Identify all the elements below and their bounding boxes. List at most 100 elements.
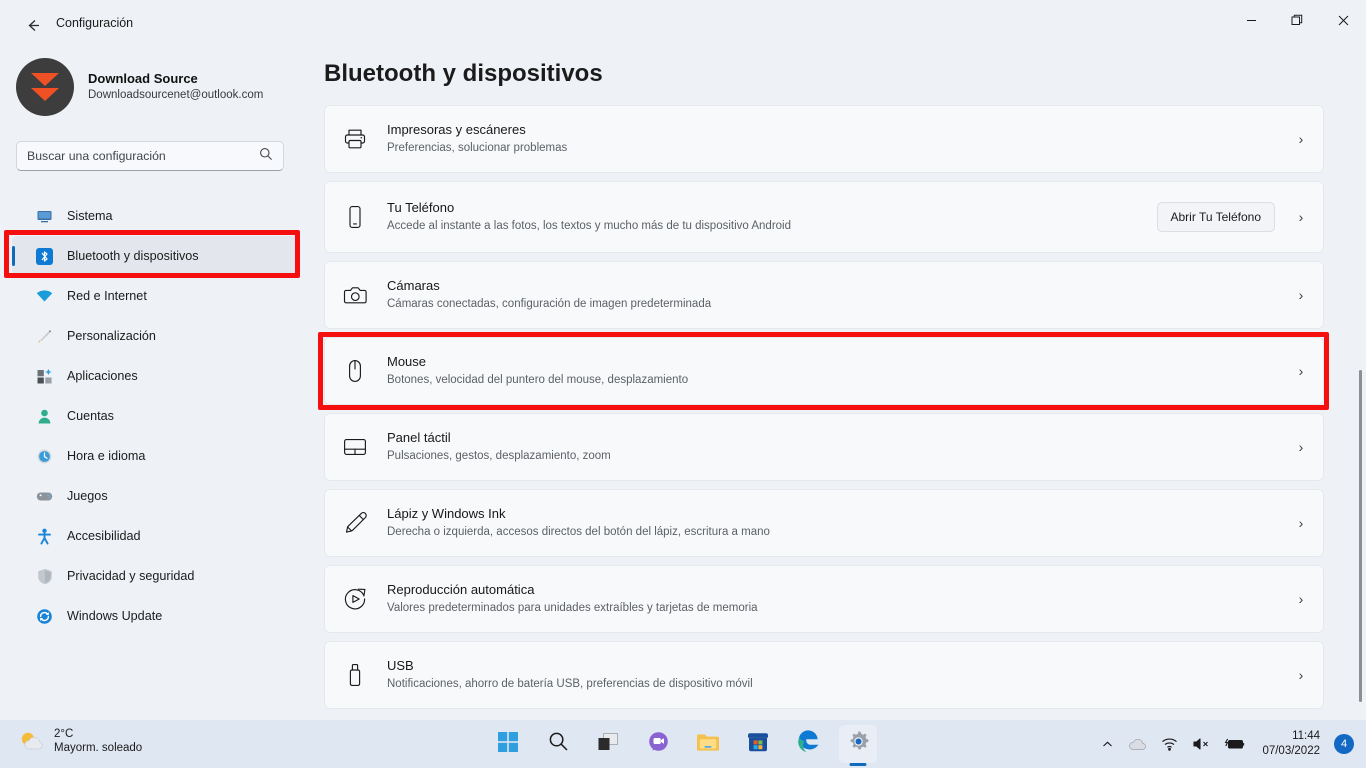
wifi-icon[interactable] <box>1161 737 1178 751</box>
sidebar-item-label: Hora e idioma <box>67 449 146 463</box>
page-title: Bluetooth y dispositivos <box>324 60 603 87</box>
scrollbar[interactable] <box>1359 370 1362 702</box>
card-title: Reproducción automática <box>387 582 535 598</box>
sidebar-item-privacidad-y-seguridad[interactable]: Privacidad y seguridad <box>12 556 298 596</box>
sidebar: Download Source Downloadsourcenet@outloo… <box>0 48 310 720</box>
settings-card-panel-t-ctil[interactable]: Panel táctil Pulsaciones, gestos, desplaz… <box>324 413 1324 481</box>
card-text: Cámaras Cámaras conectadas, configuración… <box>387 277 1293 313</box>
microsoft-store-button[interactable] <box>739 725 777 763</box>
chevron-right-icon[interactable]: › <box>1293 591 1309 607</box>
clock-date: 07/03/2022 <box>1262 745 1320 757</box>
settings-card-c-maras[interactable]: Cámaras Cámaras conectadas, configuración… <box>324 261 1324 329</box>
gear-icon <box>847 730 870 758</box>
sidebar-item-label: Juegos <box>67 489 108 503</box>
monitor-icon <box>36 208 53 225</box>
chevron-right-icon[interactable]: › <box>1293 439 1309 455</box>
sidebar-item-accesibilidad[interactable]: Accesibilidad <box>12 516 298 556</box>
phone-icon <box>341 203 369 231</box>
update-icon <box>36 608 53 625</box>
sidebar-item-personalizaci-n[interactable]: Personalización <box>12 316 298 356</box>
window-controls <box>1228 0 1366 40</box>
card-text: Impresoras y escáneres Preferencias, solu… <box>387 121 1293 157</box>
system-tray: 11:44 07/03/2022 4 <box>1101 720 1354 768</box>
back-button[interactable] <box>20 12 46 38</box>
edge-button[interactable] <box>789 725 827 763</box>
chat-button[interactable] <box>639 725 677 763</box>
sidebar-item-hora-e-idioma[interactable]: Hora e idioma <box>12 436 298 476</box>
chevron-right-icon[interactable]: › <box>1293 667 1309 683</box>
printer-icon <box>341 125 369 153</box>
card-subtitle: Accede al instante a las fotos, los text… <box>387 220 791 233</box>
search-input[interactable]: Buscar una configuración <box>16 141 284 171</box>
minimize-button[interactable] <box>1228 0 1274 40</box>
title-bar: Configuración <box>0 0 1366 48</box>
settings-card-impresoras-y-esc-neres[interactable]: Impresoras y escáneres Preferencias, solu… <box>324 105 1324 173</box>
pen-icon <box>341 509 369 537</box>
sidebar-item-red-e-internet[interactable]: Red e Internet <box>12 276 298 316</box>
paintbrush-icon <box>36 328 53 345</box>
settings-button[interactable] <box>839 725 877 763</box>
sidebar-item-windows-update[interactable]: Windows Update <box>12 596 298 636</box>
account-section[interactable]: Download Source Downloadsourcenet@outloo… <box>16 58 263 116</box>
gamepad-icon <box>36 488 53 505</box>
chevron-right-icon[interactable]: › <box>1293 515 1309 531</box>
chevron-logo-icon <box>31 88 59 101</box>
settings-card-tu-tel-fono[interactable]: Tu Teléfono Accede al instante a las foto… <box>324 181 1324 253</box>
card-text: Lápiz y Windows Ink Derecha o izquierda, … <box>387 505 1293 541</box>
clock[interactable]: 11:44 07/03/2022 <box>1262 729 1320 759</box>
battery-charging-icon[interactable] <box>1224 737 1246 751</box>
card-subtitle: Preferencias, solucionar problemas <box>387 142 568 155</box>
autoplay-icon <box>341 585 369 613</box>
open-your-phone-button[interactable]: Abrir Tu Teléfono <box>1156 202 1275 232</box>
chevron-up-icon[interactable] <box>1101 738 1114 751</box>
card-subtitle: Derecha o izquierda, accesos directos de… <box>387 526 770 539</box>
edge-icon <box>797 730 820 758</box>
shield-icon <box>36 568 53 585</box>
settings-card-reproducci-n-autom-tica[interactable]: Reproducción automática Valores predeterm… <box>324 565 1324 633</box>
card-subtitle: Cámaras conectadas, configuración de ima… <box>387 298 712 311</box>
taskbar: 2°C Mayorm. soleado 11:44 07/03/2022 4 <box>0 720 1366 768</box>
bluetooth-icon <box>36 247 53 265</box>
account-email: Downloadsourcenet@outlook.com <box>88 89 264 102</box>
sidebar-item-cuentas[interactable]: Cuentas <box>12 396 298 436</box>
sidebar-item-label: Cuentas <box>67 409 114 423</box>
apps-icon <box>36 368 53 385</box>
search-button[interactable] <box>539 725 577 763</box>
file-explorer-button[interactable] <box>689 725 727 763</box>
sidebar-item-sistema[interactable]: Sistema <box>12 196 298 236</box>
wifi-icon <box>36 288 53 305</box>
sidebar-item-bluetooth-y-dispositivos[interactable]: Bluetooth y dispositivos <box>12 236 298 276</box>
close-button[interactable] <box>1320 0 1366 40</box>
start-button[interactable] <box>489 725 527 763</box>
chevron-right-icon[interactable]: › <box>1293 209 1309 225</box>
settings-card-usb[interactable]: USB Notificaciones, ahorro de batería USB… <box>324 641 1324 709</box>
chevron-right-icon[interactable]: › <box>1293 363 1309 379</box>
chevron-logo-icon <box>31 73 59 86</box>
task-view-button[interactable] <box>589 725 627 763</box>
card-text: USB Notificaciones, ahorro de batería USB… <box>387 657 1293 693</box>
mouse-icon <box>341 357 369 385</box>
card-text: Panel táctil Pulsaciones, gestos, desplaz… <box>387 429 1293 465</box>
sidebar-item-aplicaciones[interactable]: Aplicaciones <box>12 356 298 396</box>
chevron-right-icon[interactable]: › <box>1293 131 1309 147</box>
card-subtitle: Pulsaciones, gestos, desplazamiento, zoo… <box>387 450 611 463</box>
weather-widget[interactable]: 2°C Mayorm. soleado <box>18 727 142 756</box>
person-icon <box>36 408 53 425</box>
maximize-restore-button[interactable] <box>1274 0 1320 40</box>
account-name: Download Source <box>88 71 198 87</box>
cloud-icon[interactable] <box>1128 737 1147 751</box>
settings-card-mouse[interactable]: Mouse Botones, velocidad del puntero del … <box>324 337 1324 405</box>
sidebar-item-label: Bluetooth y dispositivos <box>67 249 199 263</box>
clock-icon <box>36 448 53 465</box>
settings-card-l-piz-y-windows-ink[interactable]: Lápiz y Windows Ink Derecha o izquierda, … <box>324 489 1324 557</box>
card-title: Cámaras <box>387 278 440 294</box>
volume-muted-icon[interactable] <box>1192 737 1210 751</box>
notification-badge[interactable]: 4 <box>1334 734 1354 754</box>
sidebar-item-label: Privacidad y seguridad <box>67 569 195 583</box>
store-icon <box>747 731 769 758</box>
sidebar-item-juegos[interactable]: Juegos <box>12 476 298 516</box>
chevron-right-icon[interactable]: › <box>1293 287 1309 303</box>
card-title: Mouse <box>387 354 427 370</box>
avatar <box>16 58 74 116</box>
card-title: Impresoras y escáneres <box>387 122 526 138</box>
